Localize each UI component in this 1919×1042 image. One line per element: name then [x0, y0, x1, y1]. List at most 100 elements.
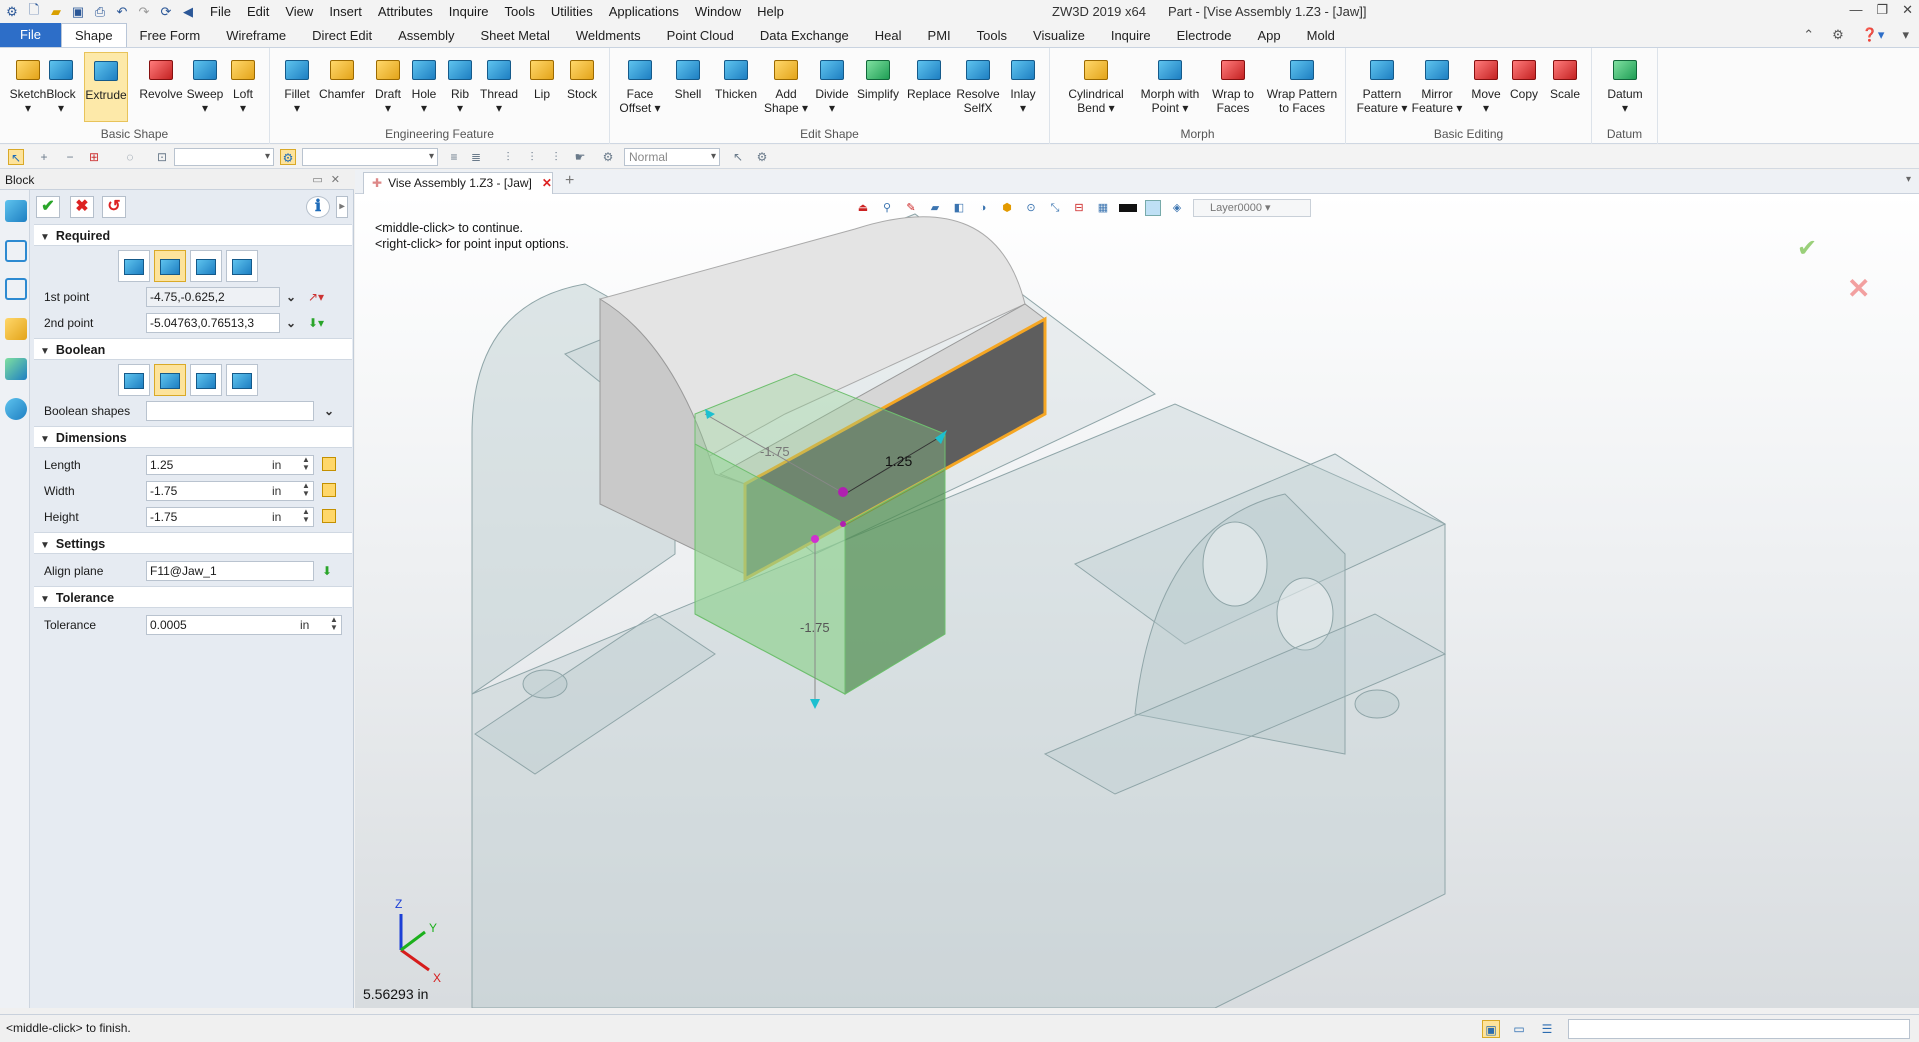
- tab-wireframe[interactable]: Wireframe: [213, 24, 299, 47]
- scale-button[interactable]: Scale: [1542, 52, 1588, 101]
- zoom-window-icon[interactable]: ⤡: [1047, 200, 1063, 216]
- filter-combo[interactable]: [174, 148, 274, 166]
- filter-options-icon[interactable]: ⊞: [86, 149, 102, 165]
- viewport-cancel-icon[interactable]: ✕: [1847, 272, 1870, 305]
- options-gear-icon[interactable]: ⚙: [754, 149, 770, 165]
- divide-button[interactable]: Divide ▾: [808, 52, 856, 115]
- apply-button[interactable]: ↺: [102, 196, 126, 218]
- boolean-section-header[interactable]: ▼ Boolean: [34, 338, 352, 360]
- replace-button[interactable]: Replace: [904, 52, 954, 101]
- height-input[interactable]: -1.75: [146, 507, 314, 527]
- first-point-expand-icon[interactable]: ⌄: [286, 290, 296, 304]
- color-swatch-black[interactable]: [1119, 204, 1137, 212]
- ok-button[interactable]: ✔: [36, 196, 60, 218]
- tab-shape[interactable]: Shape: [60, 23, 127, 47]
- back-arrow-icon[interactable]: ◀: [180, 4, 196, 20]
- tolerance-spinner[interactable]: ▲ ▼: [330, 616, 338, 632]
- cylindrical-bend-button[interactable]: Cylindrical Bend ▾: [1058, 52, 1134, 115]
- tab-tools[interactable]: Tools: [964, 24, 1020, 47]
- refresh-icon[interactable]: ⟳: [158, 4, 174, 20]
- second-point-pick-icon[interactable]: ⬇▾: [308, 316, 324, 330]
- boolean-shapes-expand-icon[interactable]: ⌄: [324, 404, 334, 418]
- menu-attributes[interactable]: Attributes: [370, 0, 441, 24]
- chamfer-button[interactable]: Chamfer: [314, 52, 370, 101]
- wrap-pattern-to-faces-button[interactable]: Wrap Pattern to Faces: [1262, 52, 1342, 115]
- rib-button[interactable]: Rib ▾: [440, 52, 480, 115]
- snap-icon[interactable]: ⚙: [280, 149, 296, 165]
- menu-insert[interactable]: Insert: [321, 0, 370, 24]
- tab-weldments[interactable]: Weldments: [563, 24, 654, 47]
- menu-view[interactable]: View: [277, 0, 321, 24]
- draft-button[interactable]: Draft ▾: [368, 52, 408, 115]
- loft-button[interactable]: Loft ▾: [218, 52, 268, 115]
- stack-center-icon[interactable]: ⫶: [524, 149, 540, 165]
- history-tab-icon[interactable]: [5, 240, 27, 262]
- tab-free-form[interactable]: Free Form: [127, 24, 214, 47]
- filter-list-icon[interactable]: ⊡: [154, 149, 170, 165]
- align-icon[interactable]: ≡: [446, 149, 462, 165]
- hole-button[interactable]: Hole ▾: [404, 52, 444, 115]
- width-spinner[interactable]: ▲ ▼: [302, 482, 310, 498]
- layer-visibility-icon[interactable]: ◈: [1169, 200, 1185, 216]
- assembly-tab-icon[interactable]: [5, 278, 27, 300]
- add-tab-icon[interactable]: +: [565, 172, 574, 190]
- zoom-fit-icon[interactable]: ⊙: [1023, 200, 1039, 216]
- snap-combo[interactable]: [302, 148, 438, 166]
- collapse-ribbon-icon[interactable]: ⌃: [1803, 27, 1814, 43]
- height-spinner[interactable]: ▲ ▼: [302, 508, 310, 524]
- tab-list-icon[interactable]: ▾: [1906, 174, 1911, 185]
- undo-icon[interactable]: ↶: [114, 4, 130, 20]
- boolean-shapes-input[interactable]: [146, 401, 314, 421]
- length-lock-icon[interactable]: [322, 457, 336, 471]
- length-input[interactable]: 1.25: [146, 455, 314, 475]
- boolean-add-button[interactable]: [154, 364, 186, 396]
- remove-filter-icon[interactable]: −: [62, 149, 78, 165]
- cancel-button[interactable]: ✖: [70, 196, 94, 218]
- block-type-2-button[interactable]: [154, 250, 186, 282]
- open-folder-icon[interactable]: ▰: [48, 4, 64, 20]
- section-icon[interactable]: ⊟: [1071, 200, 1087, 216]
- tab-data-exchange[interactable]: Data Exchange: [747, 24, 862, 47]
- required-section-header[interactable]: ▼ Required: [34, 224, 352, 246]
- block-type-1-button[interactable]: [118, 250, 150, 282]
- tab-mold[interactable]: Mold: [1294, 24, 1348, 47]
- panel-dock-icon[interactable]: ▭: [312, 174, 330, 186]
- user-tab-icon[interactable]: [5, 398, 27, 420]
- graphics-viewport[interactable]: -1.75 1.25 -1.75 Z Y X <middle-click> to…: [355, 194, 1919, 1008]
- add-filter-icon[interactable]: +: [36, 149, 52, 165]
- menu-tools[interactable]: Tools: [497, 0, 543, 24]
- block-type-4-button[interactable]: [226, 250, 258, 282]
- app-logo-icon[interactable]: ⚙: [4, 4, 20, 20]
- ribbon-menu-icon[interactable]: ▾: [1902, 27, 1909, 43]
- lip-button[interactable]: Lip: [522, 52, 562, 101]
- resolve-selfx-button[interactable]: Resolve SelfX: [954, 52, 1002, 115]
- redo-icon[interactable]: ↷: [136, 4, 152, 20]
- cube-view-icon[interactable]: ◧: [951, 200, 967, 216]
- height-lock-icon[interactable]: [322, 509, 336, 523]
- thread-button[interactable]: Thread ▾: [476, 52, 522, 115]
- copy-button[interactable]: Copy: [1502, 52, 1546, 101]
- feature-tab-icon[interactable]: [5, 200, 27, 222]
- panel-close-icon[interactable]: ✕: [331, 174, 348, 186]
- cursor-icon[interactable]: ↖: [730, 149, 746, 165]
- dim-width-label[interactable]: -1.75: [760, 444, 790, 459]
- tab-assembly[interactable]: Assembly: [385, 24, 467, 47]
- menu-file[interactable]: File: [202, 0, 239, 24]
- close-button[interactable]: ✕: [1902, 2, 1913, 18]
- block-button[interactable]: Block ▾: [40, 52, 82, 115]
- exit-icon[interactable]: ⏏: [855, 200, 871, 216]
- layer-combo[interactable]: Layer0000 ▾: [1193, 199, 1311, 217]
- tab-file[interactable]: File: [0, 23, 61, 47]
- minimize-button[interactable]: —: [1849, 2, 1862, 18]
- boolean-base-button[interactable]: [118, 364, 150, 396]
- render-settings-icon[interactable]: ⚙: [600, 149, 616, 165]
- first-point-input[interactable]: -4.75,-0.625,2: [146, 287, 280, 307]
- tolerance-input[interactable]: 0.0005: [146, 615, 342, 635]
- handle-height[interactable]: [811, 535, 819, 543]
- pattern-feature-button[interactable]: Pattern Feature ▾: [1354, 52, 1410, 115]
- length-spinner[interactable]: ▲ ▼: [302, 456, 310, 472]
- tab-close-icon[interactable]: ✕: [542, 176, 552, 190]
- second-point-expand-icon[interactable]: ⌄: [286, 316, 296, 330]
- tab-app[interactable]: App: [1245, 24, 1294, 47]
- tab-sheet-metal[interactable]: Sheet Metal: [468, 24, 563, 47]
